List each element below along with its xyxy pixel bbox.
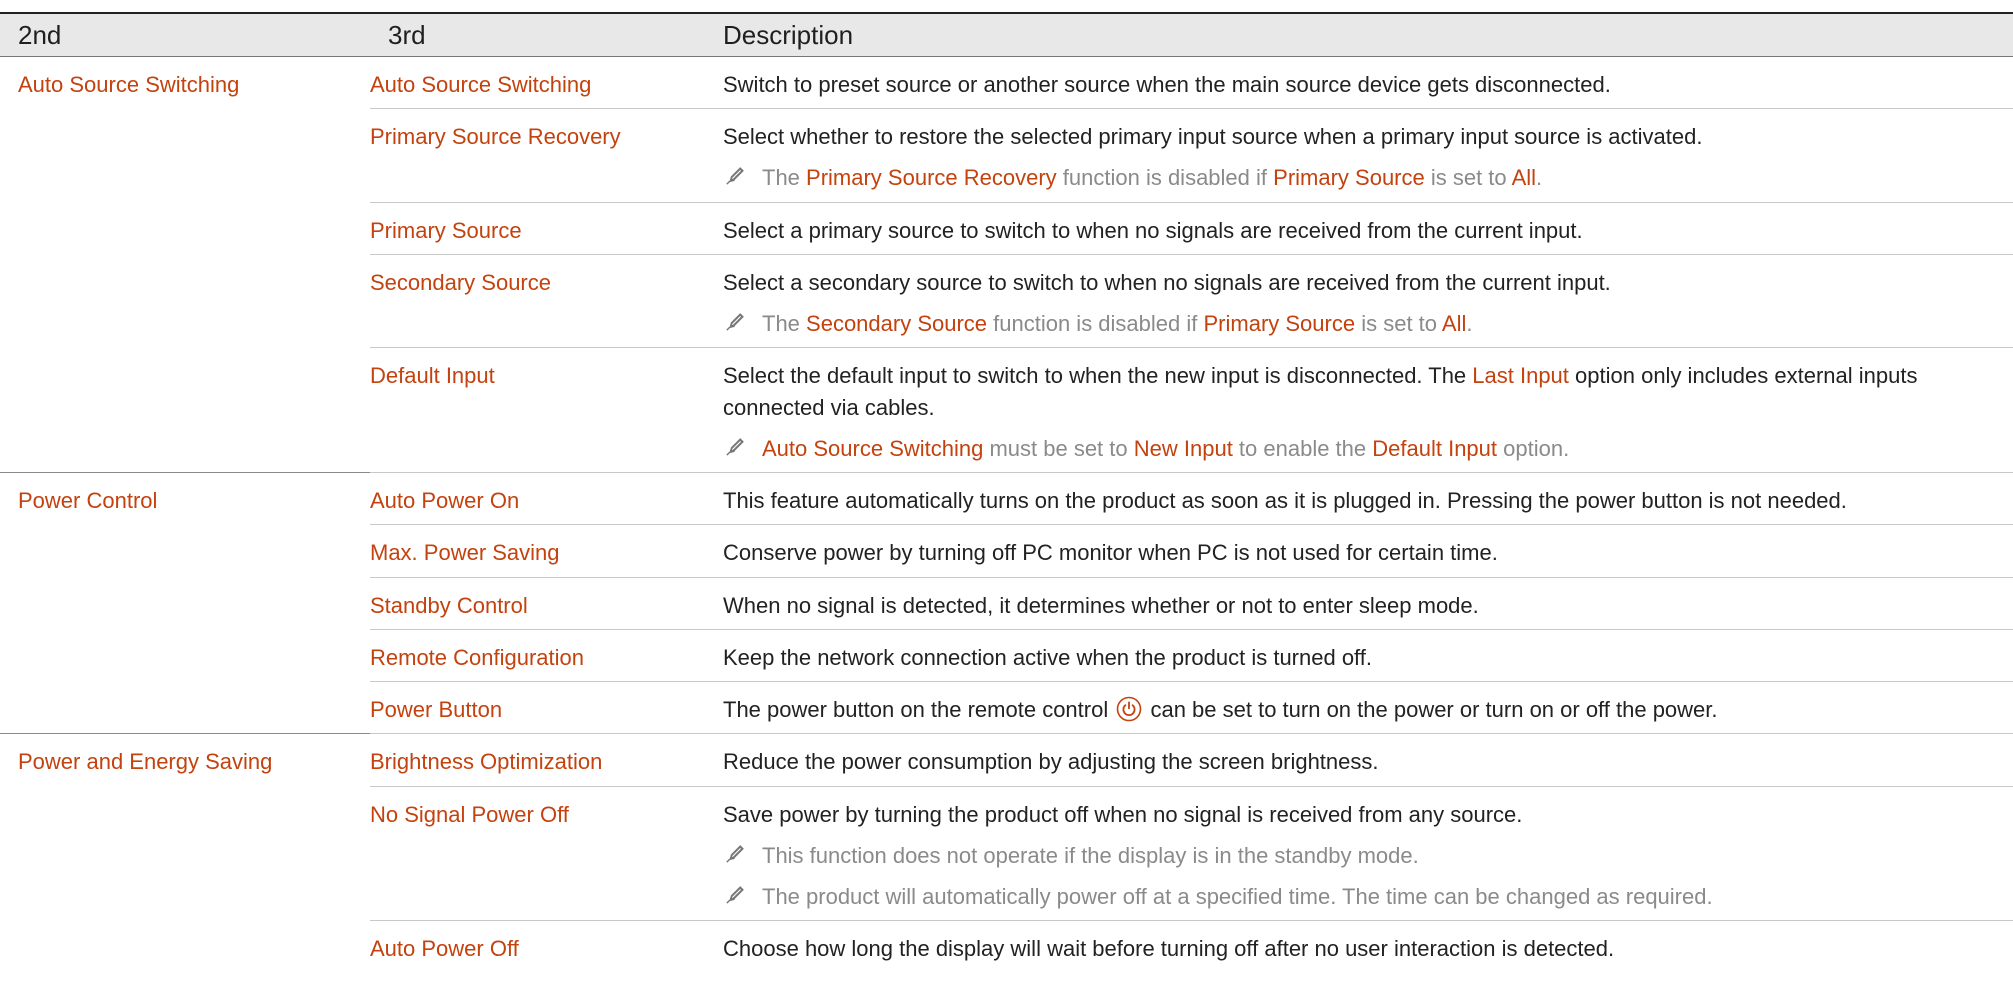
menu-item-power-button[interactable]: Power Button [370, 681, 723, 735]
description-cell: Select the default input to switch to wh… [723, 347, 2013, 474]
description-text: Reduce the power consumption by adjustin… [723, 749, 1379, 775]
note-term: Default Input [1372, 435, 1498, 461]
description-cell: Select a secondary source to switch to w… [723, 254, 2013, 349]
note-text: The [762, 165, 807, 191]
note-text: This function does not operate if the di… [762, 842, 1419, 868]
group-power-control[interactable]: Power Control [0, 472, 370, 734]
description-segment: Select the default input to switch to wh… [723, 363, 1473, 389]
description-cell: Choose how long the display will wait be… [723, 921, 2013, 973]
note-term: All [1441, 311, 1467, 337]
menu-item-secondary-source[interactable]: Secondary Source [370, 254, 723, 349]
menu-item-primary-source-recovery[interactable]: Primary Source Recovery [370, 108, 723, 203]
description-text: Select the default input to switch to wh… [723, 360, 2013, 422]
note-term: Secondary Source [806, 311, 988, 337]
table-header: 2nd 3rd Description [0, 12, 2013, 57]
description-cell: Conserve power by turning off PC monitor… [723, 524, 2013, 578]
description-text: This feature automatically turns on the … [723, 488, 1847, 514]
note-text: . [1536, 165, 1543, 191]
column-header-3rd: 3rd [370, 12, 723, 57]
note: The Primary Source Recovery function is … [723, 162, 2013, 193]
pencil-note-icon [726, 437, 744, 456]
note-text: function is disabled if [1056, 165, 1274, 191]
settings-table-page: 2nd 3rd Description Auto Source Switchin… [0, 0, 2013, 983]
description-text: When no signal is detected, it determine… [723, 592, 1479, 618]
note: The product will automatically power off… [723, 881, 2013, 912]
menu-item-no-signal-power-off[interactable]: No Signal Power Off [370, 786, 723, 922]
description-text: Select a primary source to switch to whe… [723, 217, 1583, 243]
description-cell: Save power by turning the product off wh… [723, 786, 2013, 922]
note-term: Primary Source [1203, 311, 1356, 337]
note-text: function is disabled if [987, 311, 1204, 337]
description-text: Choose how long the display will wait be… [723, 936, 1615, 962]
menu-settings-table: 2nd 3rd Description Auto Source Switchin… [0, 12, 2013, 973]
description-text: The power button on the remote control c… [723, 694, 2013, 725]
note-text: is set to [1424, 165, 1512, 191]
note-term: New Input [1133, 435, 1233, 461]
description-cell: When no signal is detected, it determine… [723, 577, 2013, 630]
note-text: The [762, 311, 807, 337]
description-segment: The power button on the remote control [723, 697, 1115, 723]
description-cell: This feature automatically turns on the … [723, 472, 2013, 526]
column-header-2nd: 2nd [0, 12, 370, 57]
description-cell: Select whether to restore the selected p… [723, 108, 2013, 203]
group-power-and-energy-saving[interactable]: Power and Energy Saving [0, 733, 370, 973]
menu-item-max-power-saving[interactable]: Max. Power Saving [370, 524, 723, 578]
menu-item-primary-source[interactable]: Primary Source [370, 202, 723, 255]
description-text: Conserve power by turning off PC monitor… [723, 540, 1498, 566]
note-term: Primary Source [1273, 165, 1425, 191]
pencil-note-icon [726, 167, 744, 186]
menu-item-remote-configuration[interactable]: Remote Configuration [370, 629, 723, 683]
pencil-note-icon [726, 886, 744, 904]
pencil-note-icon [726, 844, 744, 863]
note-term: All [1511, 165, 1537, 191]
menu-item-auto-power-off[interactable]: Auto Power Off [370, 921, 723, 973]
menu-item-brightness-optimization[interactable]: Brightness Optimization [370, 733, 723, 787]
description-term: Last Input [1472, 363, 1569, 389]
description-text: Keep the network connection active when … [723, 644, 1372, 670]
header-row: 2nd 3rd Description [0, 12, 2013, 57]
description-cell: Select a primary source to switch to whe… [723, 202, 2013, 255]
note: This function does not operate if the di… [723, 840, 2013, 871]
note-term: Primary Source Recovery [806, 165, 1057, 191]
menu-item-auto-source-switching[interactable]: Auto Source Switching [370, 55, 723, 110]
description-cell: Keep the network connection active when … [723, 629, 2013, 683]
menu-item-standby-control[interactable]: Standby Control [370, 577, 723, 630]
note: The Secondary Source function is disable… [723, 308, 2013, 339]
note-text: to enable the [1232, 435, 1373, 461]
note-text: option. [1497, 435, 1570, 461]
note-term: Auto Source Switching [762, 435, 984, 461]
description-cell: The power button on the remote control c… [723, 681, 2013, 735]
note-text: is set to [1355, 311, 1442, 337]
table-row: Power Control Auto Power On This feature… [0, 472, 2013, 734]
description-text: Select a secondary source to switch to w… [723, 269, 1611, 295]
description-text: Save power by turning the product off wh… [723, 801, 1523, 827]
note: Auto Source Switching must be set to New… [723, 433, 2013, 464]
pencil-note-icon [726, 313, 744, 331]
description-cell: Switch to preset source or another sourc… [723, 55, 2013, 110]
table-row: Power and Energy Saving Brightness Optim… [0, 733, 2013, 973]
description-text: Select whether to restore the selected p… [723, 124, 1703, 150]
note-text: The product will automatically power off… [762, 883, 1713, 909]
description-cell: Reduce the power consumption by adjustin… [723, 733, 2013, 787]
description-text: Switch to preset source or another sourc… [723, 72, 1611, 97]
note-text: must be set to [983, 435, 1134, 461]
column-header-description: Description [723, 12, 2013, 57]
menu-item-default-input[interactable]: Default Input [370, 347, 723, 474]
power-button-icon [1117, 696, 1142, 722]
description-segment: can be set to turn on the power or turn … [1144, 697, 1718, 723]
menu-item-auto-power-on[interactable]: Auto Power On [370, 472, 723, 526]
note-text: . [1466, 311, 1473, 337]
table-row: Auto Source Switching Auto Source Switch… [0, 55, 2013, 473]
group-auto-source-switching[interactable]: Auto Source Switching [0, 55, 370, 473]
